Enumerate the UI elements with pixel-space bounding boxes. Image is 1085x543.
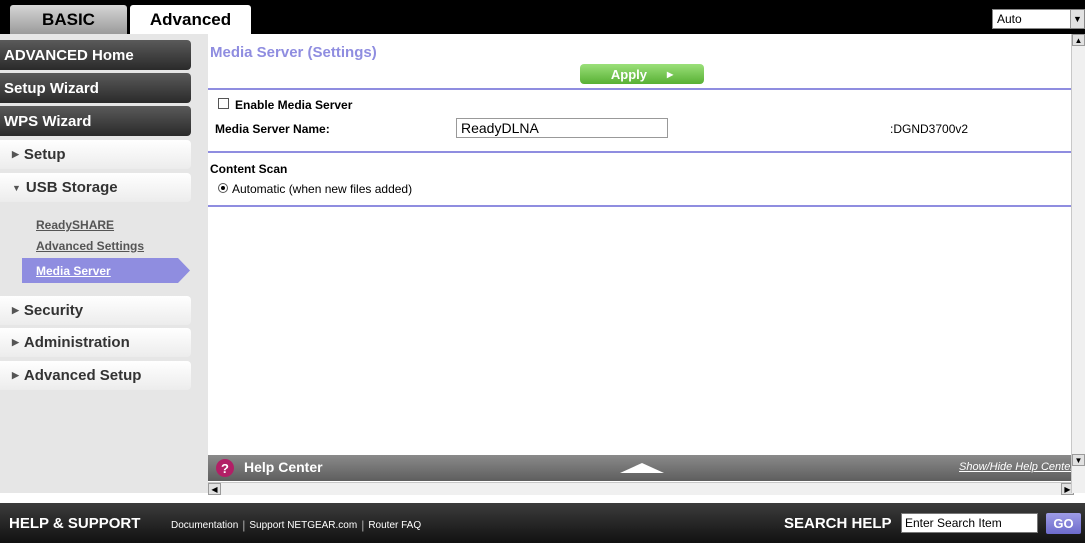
language-select[interactable]: Auto ▼: [992, 9, 1085, 29]
sidebar-item-label: Security: [23, 302, 84, 319]
media-server-name-label: Media Server Name:: [215, 122, 330, 136]
help-center-bar: ? Help Center Show/Hide Help Center: [208, 455, 1074, 481]
divider: [208, 151, 1074, 153]
search-help-label: SEARCH HELP: [784, 515, 892, 532]
sidebar-subitem-advanced-settings[interactable]: Advanced Settings: [36, 239, 144, 253]
sidebar-item-setup[interactable]: ▶ Setup: [0, 140, 191, 169]
divider: [208, 88, 1074, 90]
media-server-name-input[interactable]: [456, 118, 668, 138]
divider: |: [242, 518, 246, 532]
automatic-scan-radio[interactable]: [218, 183, 228, 193]
language-select-value: Auto: [997, 12, 1022, 26]
triangle-down-icon: ▼: [12, 182, 21, 193]
sidebar-item-label: Setup: [23, 146, 66, 163]
device-name-suffix: :DGND3700v2: [890, 122, 969, 136]
sidebar-item-usb-storage[interactable]: ▼ USB Storage: [0, 173, 191, 202]
main-panel: Media Server (Settings) Apply ▶ Enable M…: [208, 34, 1085, 495]
enable-media-server-checkbox[interactable]: [218, 98, 229, 109]
sidebar-subitem-readyshare[interactable]: ReadySHARE: [36, 218, 114, 232]
help-support-title: HELP & SUPPORT: [9, 515, 141, 532]
expand-help-icon[interactable]: [620, 463, 664, 473]
triangle-right-icon: ▶: [12, 305, 19, 315]
search-input[interactable]: [901, 513, 1038, 533]
sidebar-item-label: USB Storage: [25, 179, 118, 196]
sidebar-item-advanced-setup[interactable]: ▶ Advanced Setup: [0, 361, 191, 390]
sidebar-subitem-media-server[interactable]: Media Server: [22, 258, 190, 283]
help-center-title: Help Center: [244, 459, 323, 475]
show-hide-help-link[interactable]: Show/Hide Help Center: [959, 461, 1074, 473]
documentation-link[interactable]: Documentation: [171, 520, 238, 531]
sidebar-subitem-label: Media Server: [36, 263, 111, 278]
divider: |: [361, 518, 365, 532]
sidebar-item-administration[interactable]: ▶ Administration: [0, 328, 191, 357]
sidebar-item-wps-wizard[interactable]: WPS Wizard: [0, 106, 191, 136]
apply-button[interactable]: Apply ▶: [580, 64, 704, 84]
vertical-scrollbar[interactable]: ▲ ▼: [1071, 34, 1085, 493]
divider: [208, 205, 1074, 207]
horizontal-scrollbar[interactable]: ◀ ▶: [208, 482, 1074, 495]
automatic-scan-label: Automatic (when new files added): [232, 182, 413, 196]
scroll-down-icon[interactable]: ▼: [1072, 454, 1085, 466]
triangle-right-icon: ▶: [12, 337, 19, 347]
apply-button-label: Apply: [610, 66, 647, 82]
sidebar-item-label: Advanced Setup: [23, 367, 142, 384]
tab-advanced[interactable]: Advanced: [130, 5, 251, 34]
sidebar-item-setup-wizard[interactable]: Setup Wizard: [0, 73, 191, 103]
router-faq-link[interactable]: Router FAQ: [368, 520, 421, 531]
triangle-right-icon: ▶: [12, 149, 19, 159]
content-scan-label: Content Scan: [210, 162, 288, 176]
scroll-left-icon[interactable]: ◀: [208, 483, 221, 495]
footer: HELP & SUPPORT Documentation | Support N…: [0, 503, 1085, 543]
triangle-right-icon: ▶: [12, 370, 19, 380]
triangle-right-icon: ▶: [666, 69, 674, 79]
sidebar-item-security[interactable]: ▶ Security: [0, 296, 191, 325]
sidebar-item-advanced-home[interactable]: ADVANCED Home: [0, 40, 191, 70]
sidebar: ADVANCED Home Setup Wizard WPS Wizard ▶ …: [0, 34, 208, 493]
support-netgear-link[interactable]: Support NETGEAR.com: [249, 520, 357, 531]
footer-links: Documentation | Support NETGEAR.com | Ro…: [171, 518, 421, 532]
sidebar-item-label: Administration: [23, 334, 130, 351]
go-button[interactable]: GO: [1046, 513, 1081, 534]
tab-basic[interactable]: BASIC: [10, 5, 127, 34]
page-title: Media Server (Settings): [210, 44, 377, 61]
chevron-down-icon[interactable]: ▼: [1070, 10, 1084, 28]
enable-media-server-label: Enable Media Server: [235, 98, 353, 112]
question-icon: ?: [216, 459, 234, 477]
scroll-up-icon[interactable]: ▲: [1072, 34, 1085, 46]
top-tab-bar: BASIC Advanced Auto ▼: [0, 0, 1085, 34]
